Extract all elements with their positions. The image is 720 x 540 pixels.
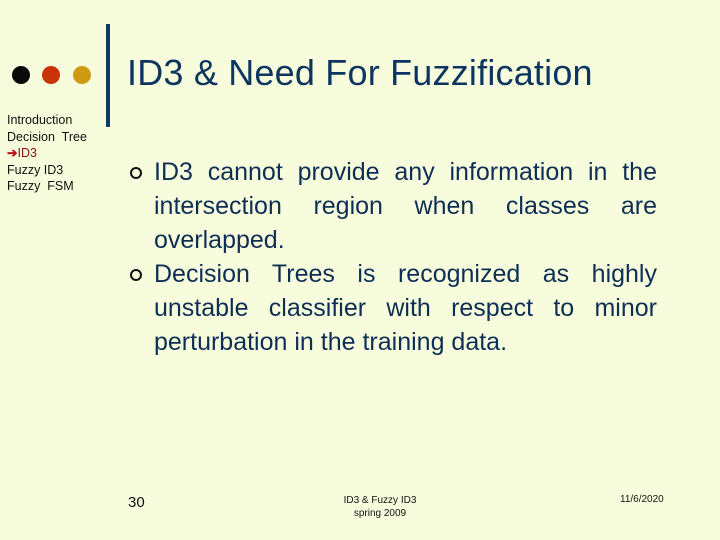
footer-caption-line2: spring 2009 [353, 508, 407, 519]
red-dot-icon [42, 66, 60, 84]
footer-date: 11/6/2020 [620, 494, 664, 505]
bullet-list: ID3 cannot provide any information in th… [130, 155, 657, 359]
hollow-circle-bullet-icon [130, 269, 142, 281]
gold-dot-icon [73, 66, 91, 84]
nav-item-fuzzy-id3[interactable]: Fuzzy ID3 [7, 162, 87, 179]
black-dot-icon [12, 66, 30, 84]
nav-item-id3[interactable]: ➔ID3 [7, 145, 87, 162]
hollow-circle-bullet-icon [130, 167, 142, 179]
bullet-item: ID3 cannot provide any information in th… [130, 155, 657, 257]
nav-item-introduction[interactable]: Introduction [7, 112, 87, 129]
nav-item-fuzzy-fsm[interactable]: Fuzzy FSM [7, 178, 87, 195]
bullet-item: Decision Trees is recognized as highly u… [130, 257, 657, 359]
slide-title: ID3 & Need For Fuzzification [127, 52, 593, 93]
section-nav: Introduction Decision Tree ➔ID3 Fuzzy ID… [7, 112, 87, 195]
bullet-text: Decision Trees is recognized as highly u… [154, 260, 657, 356]
footer-caption-line1: ID3 & Fuzzy ID3 [343, 495, 417, 506]
arrow-right-icon: ➔ [7, 146, 18, 160]
page-number: 30 [128, 494, 145, 511]
bullet-text: ID3 cannot provide any information in th… [154, 158, 657, 254]
nav-item-decision-tree[interactable]: Decision Tree [7, 129, 87, 146]
title-divider [106, 24, 110, 127]
footer-caption: ID3 & Fuzzy ID3 spring 2009 [300, 494, 460, 520]
